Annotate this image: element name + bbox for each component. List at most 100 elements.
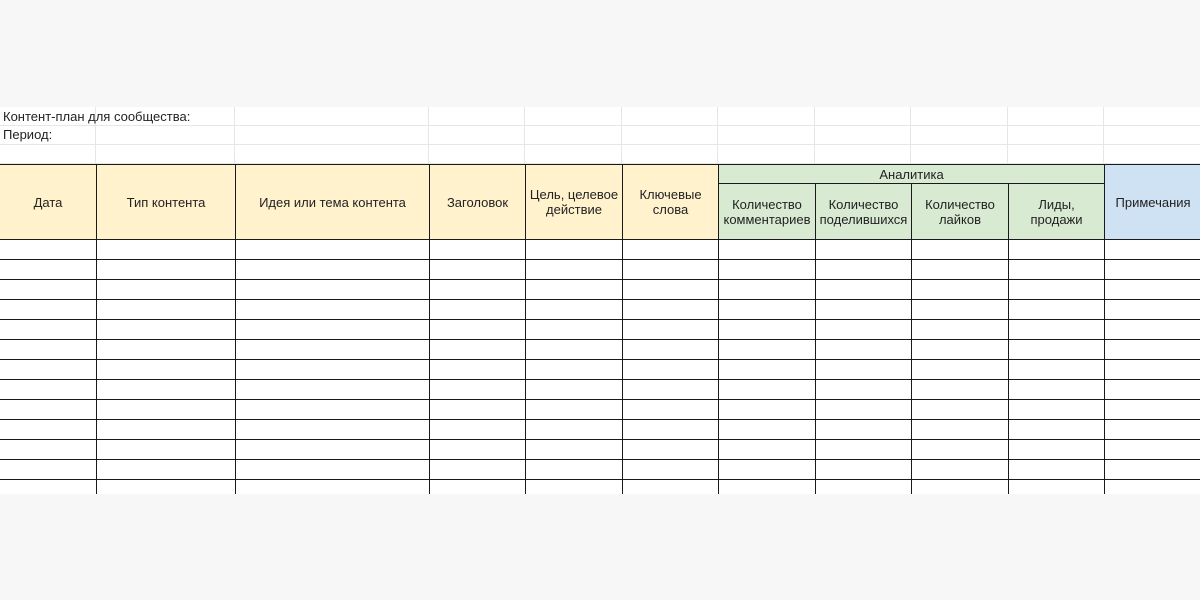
table-cell[interactable] (96, 279, 236, 300)
table-cell[interactable] (815, 259, 912, 280)
header-content-type[interactable]: Тип контента (96, 164, 236, 240)
table-cell[interactable] (1007, 359, 1106, 380)
table-cell[interactable] (525, 419, 623, 440)
table-cell[interactable] (429, 359, 526, 380)
header-title[interactable]: Заголовок (429, 164, 526, 240)
table-cell[interactable] (429, 439, 526, 460)
header-shares[interactable]: Количество поделившихся (815, 183, 912, 240)
table-cell[interactable] (96, 399, 236, 420)
table-cell[interactable] (429, 459, 526, 480)
table-cell[interactable] (718, 359, 816, 380)
table-cell[interactable] (525, 239, 623, 260)
header-goal[interactable]: Цель, целевое действие (525, 164, 623, 240)
table-cell[interactable] (622, 439, 719, 460)
table-cell[interactable] (1007, 299, 1106, 320)
community-label[interactable]: Контент-план для сообщества: (3, 109, 190, 124)
table-cell[interactable] (622, 399, 719, 420)
header-keywords[interactable]: Ключевые слова (622, 164, 719, 240)
table-cell[interactable] (429, 339, 526, 360)
table-cell[interactable] (235, 279, 430, 300)
table-cell[interactable] (718, 239, 816, 260)
header-comments[interactable]: Количество комментариев (718, 183, 816, 240)
table-cell[interactable] (429, 299, 526, 320)
table-cell[interactable] (0, 319, 97, 340)
table-cell[interactable] (718, 419, 816, 440)
table-cell[interactable] (815, 239, 912, 260)
table-cell[interactable] (622, 299, 719, 320)
table-cell[interactable] (525, 319, 623, 340)
period-label[interactable]: Период: (3, 127, 52, 142)
table-cell[interactable] (911, 299, 1009, 320)
table-cell[interactable] (525, 479, 623, 494)
table-cell[interactable] (429, 479, 526, 494)
table-cell[interactable] (96, 339, 236, 360)
table-cell[interactable] (429, 259, 526, 280)
header-likes[interactable]: Количество лайков (911, 183, 1009, 240)
table-cell[interactable] (96, 459, 236, 480)
table-cell[interactable] (1007, 259, 1106, 280)
table-cell[interactable] (718, 399, 816, 420)
table-cell[interactable] (718, 299, 816, 320)
header-date[interactable]: Дата (0, 164, 97, 240)
table-cell[interactable] (0, 479, 97, 494)
table-cell[interactable] (1007, 399, 1106, 420)
table-cell[interactable] (429, 379, 526, 400)
table-cell[interactable] (718, 319, 816, 340)
table-cell[interactable] (622, 459, 719, 480)
table-cell[interactable] (1007, 479, 1106, 494)
table-cell[interactable] (622, 279, 719, 300)
table-cell[interactable] (96, 259, 236, 280)
table-cell[interactable] (235, 239, 430, 260)
table-cell[interactable] (815, 419, 912, 440)
header-analytics[interactable]: Аналитика (717, 164, 1106, 184)
table-cell[interactable] (1104, 239, 1200, 260)
table-cell[interactable] (622, 479, 719, 494)
table-cell[interactable] (815, 379, 912, 400)
table-cell[interactable] (1104, 419, 1200, 440)
table-cell[interactable] (622, 259, 719, 280)
table-cell[interactable] (911, 279, 1009, 300)
table-cell[interactable] (525, 279, 623, 300)
table-cell[interactable] (718, 259, 816, 280)
header-notes[interactable]: Примечания (1104, 164, 1200, 240)
table-cell[interactable] (1104, 259, 1200, 280)
table-cell[interactable] (1104, 479, 1200, 494)
table-cell[interactable] (525, 359, 623, 380)
table-cell[interactable] (0, 299, 97, 320)
table-cell[interactable] (0, 379, 97, 400)
table-cell[interactable] (1104, 359, 1200, 380)
table-cell[interactable] (96, 359, 236, 380)
table-cell[interactable] (429, 239, 526, 260)
table-cell[interactable] (718, 439, 816, 460)
table-cell[interactable] (815, 439, 912, 460)
table-cell[interactable] (96, 299, 236, 320)
table-cell[interactable] (235, 379, 430, 400)
table-cell[interactable] (235, 399, 430, 420)
table-cell[interactable] (525, 459, 623, 480)
table-cell[interactable] (235, 259, 430, 280)
table-cell[interactable] (1104, 339, 1200, 360)
table-cell[interactable] (1104, 319, 1200, 340)
table-cell[interactable] (525, 379, 623, 400)
table-cell[interactable] (1007, 379, 1106, 400)
table-cell[interactable] (429, 279, 526, 300)
table-cell[interactable] (1007, 459, 1106, 480)
table-cell[interactable] (0, 239, 97, 260)
table-cell[interactable] (429, 419, 526, 440)
table-cell[interactable] (815, 339, 912, 360)
table-cell[interactable] (911, 459, 1009, 480)
table-cell[interactable] (235, 459, 430, 480)
table-cell[interactable] (622, 419, 719, 440)
table-cell[interactable] (235, 439, 430, 460)
table-cell[interactable] (96, 479, 236, 494)
table-cell[interactable] (1104, 379, 1200, 400)
table-cell[interactable] (911, 419, 1009, 440)
table-cell[interactable] (622, 379, 719, 400)
table-cell[interactable] (911, 379, 1009, 400)
table-cell[interactable] (911, 339, 1009, 360)
table-cell[interactable] (815, 479, 912, 494)
table-cell[interactable] (1007, 279, 1106, 300)
table-cell[interactable] (815, 279, 912, 300)
table-cell[interactable] (815, 359, 912, 380)
header-idea[interactable]: Идея или тема контента (235, 164, 430, 240)
